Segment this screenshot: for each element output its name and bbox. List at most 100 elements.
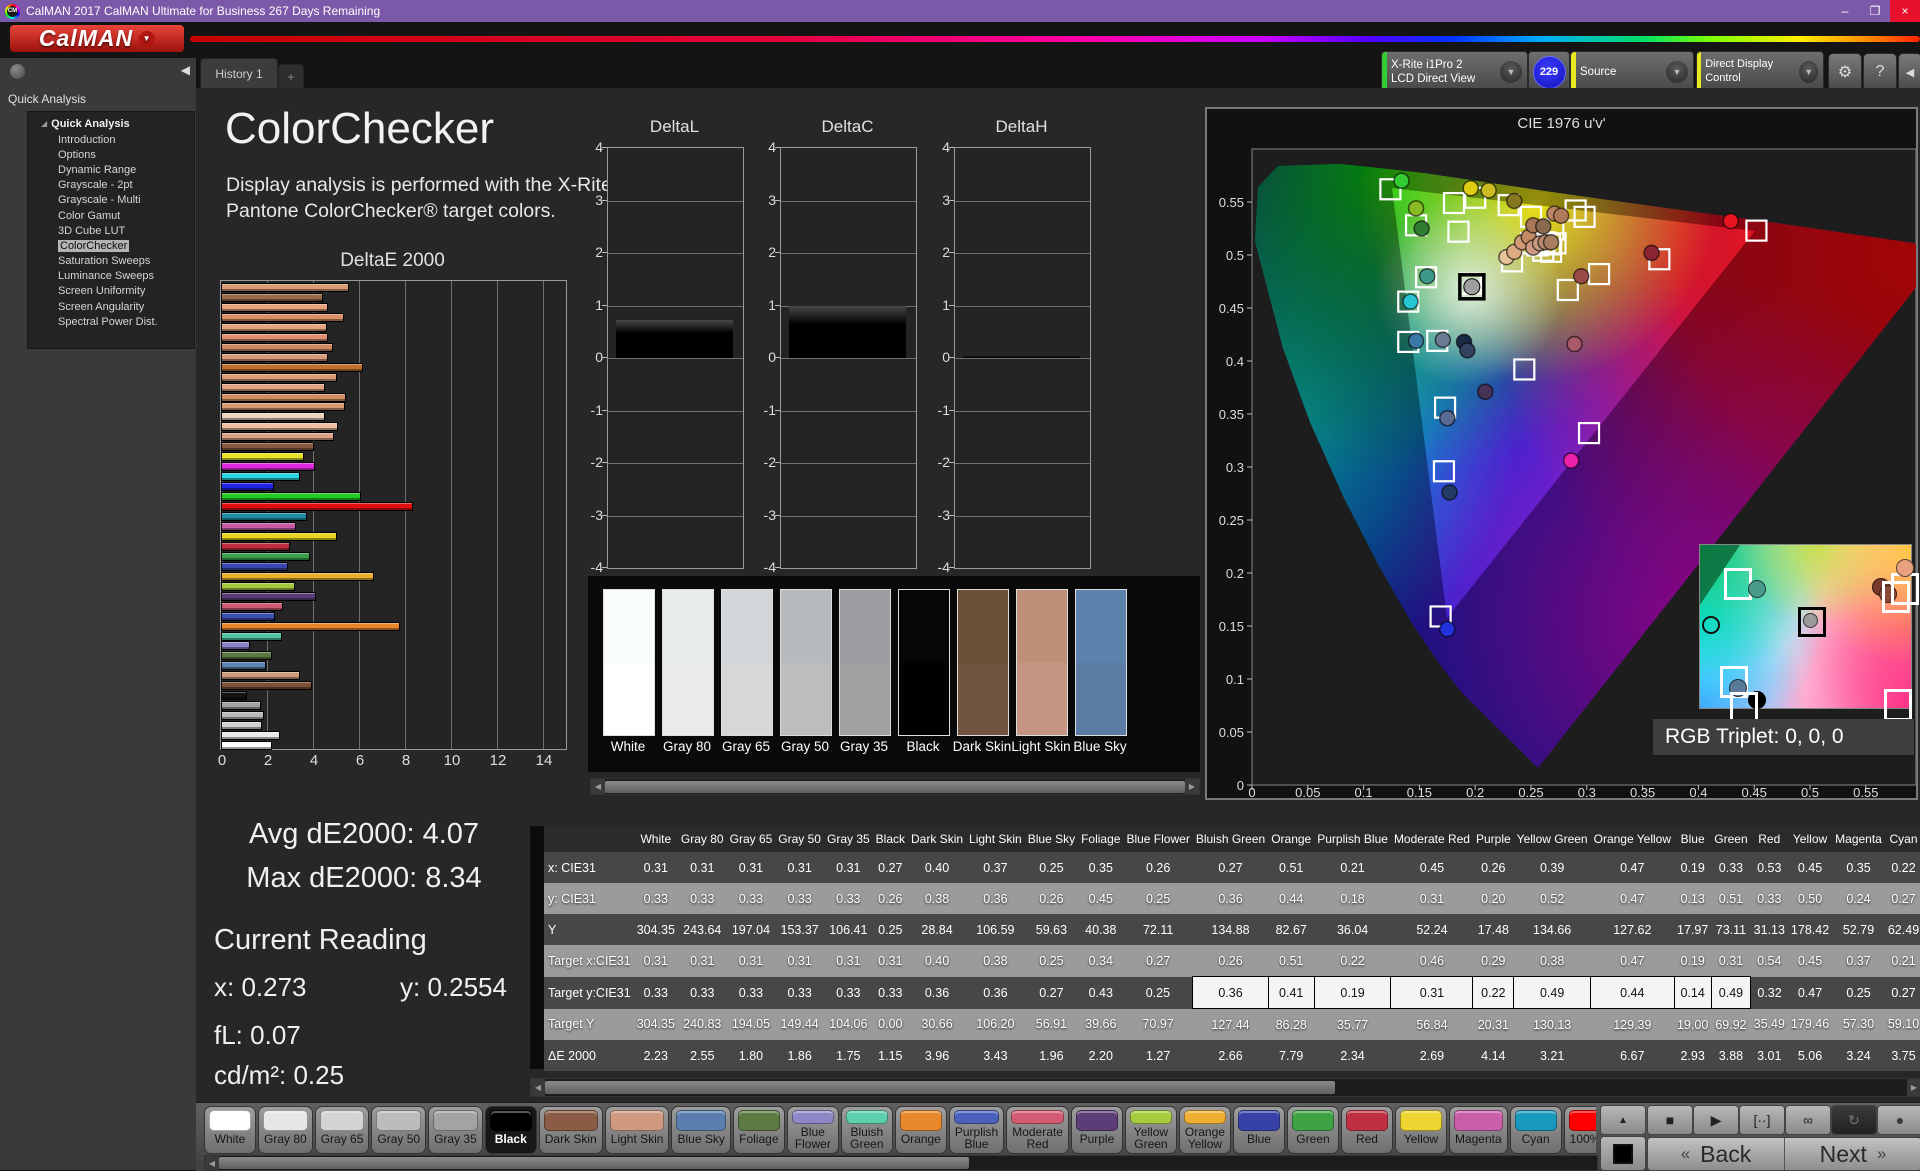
inset-marker	[1747, 580, 1766, 598]
patch-button-light-skin[interactable]: Light Skin	[604, 1106, 670, 1154]
tree-expand-icon[interactable]: ◢	[41, 119, 47, 128]
range-button[interactable]: [··]	[1739, 1105, 1785, 1135]
help-button[interactable]: ?	[1863, 53, 1897, 91]
patch-button-yellow-green[interactable]: Yellow Green	[1124, 1106, 1177, 1154]
table-scrollbar-thumb[interactable]	[545, 1080, 1335, 1095]
table-cell: 0.54	[1750, 945, 1788, 977]
scroll-right-icon[interactable]: ▶	[1185, 779, 1199, 794]
patch-button-gray-65[interactable]: Gray 65	[314, 1106, 370, 1154]
workflow-button[interactable]	[10, 64, 25, 79]
tab-add-button[interactable]: +	[278, 64, 304, 89]
patch-button-bluish-green[interactable]: Bluish Green	[840, 1106, 893, 1154]
table-col-header: Dark Skin	[908, 826, 967, 852]
table-cell: 31.13	[1750, 914, 1788, 945]
patch-button-gray-80[interactable]: Gray 80	[258, 1106, 313, 1154]
deltae2000-plot	[220, 280, 567, 751]
source-dropdown[interactable]: Source ▼	[1570, 51, 1694, 93]
deltae-bar	[221, 531, 338, 541]
patch-scrollbar-thumb[interactable]	[219, 1157, 969, 1169]
record-button[interactable]: ●	[1877, 1105, 1920, 1135]
sidebar-item-saturation-sweeps[interactable]: Saturation Sweeps	[28, 254, 194, 269]
chevron-down-icon[interactable]: ▼	[1799, 61, 1818, 83]
patch-button-gray-50[interactable]: Gray 50	[371, 1106, 427, 1154]
sidebar-item-3d-cube-lut[interactable]: 3D Cube LUT	[28, 223, 194, 238]
patch-button-magenta[interactable]: Magenta	[1448, 1106, 1508, 1154]
sidebar-item-options[interactable]: Options	[28, 147, 194, 162]
table-col-header: White	[633, 826, 678, 852]
pattern-window-button[interactable]	[1600, 1136, 1646, 1171]
chevron-down-icon[interactable]: ▼	[1500, 61, 1522, 83]
meter-dropdown[interactable]: X-Rite i1Pro 2 LCD Direct View ▼	[1381, 51, 1528, 93]
scroll-left-icon[interactable]: ◀	[205, 1156, 219, 1170]
patch-button-white[interactable]: White	[204, 1106, 256, 1154]
stop-button[interactable]: ■	[1647, 1105, 1693, 1135]
sidebar-item-introduction[interactable]: Introduction	[28, 132, 194, 147]
table-cell: 0.47	[1590, 883, 1674, 914]
patch-button-100-red[interactable]: 100% Red	[1563, 1106, 1596, 1154]
tree-root[interactable]: ◢ Quick Analysis	[28, 116, 194, 132]
deltae-bar	[221, 541, 291, 551]
panel-up-button[interactable]: ▲	[1600, 1105, 1646, 1135]
sidebar-item-grayscale-multi[interactable]: Grayscale - Multi	[28, 193, 194, 208]
loop-button[interactable]: ∞	[1785, 1105, 1831, 1135]
patch-button-dark-skin[interactable]: Dark Skin	[538, 1106, 603, 1154]
cie-y-tick: 0.2	[1226, 566, 1244, 581]
patch-button-purplish-blue[interactable]: Purplish Blue	[948, 1106, 1005, 1154]
patch-button-black[interactable]: Black	[484, 1106, 537, 1154]
scroll-left-icon[interactable]: ◀	[591, 779, 605, 794]
sidebar-collapse-icon[interactable]: ◀	[181, 63, 190, 77]
close-button[interactable]: ×	[1890, 0, 1920, 22]
chevron-down-icon[interactable]: ▼	[1666, 61, 1688, 83]
swatch-gray-80	[662, 589, 714, 736]
maximize-button[interactable]: ❐	[1860, 0, 1890, 22]
patch-button-red[interactable]: Red	[1340, 1106, 1393, 1154]
patch-button-yellow[interactable]: Yellow	[1394, 1106, 1447, 1154]
table-row-label: Y	[544, 914, 634, 945]
refresh-button[interactable]: ↻	[1831, 1105, 1877, 1135]
sidebar-item-screen-angularity[interactable]: Screen Angularity	[28, 299, 194, 314]
patch-button-blue[interactable]: Blue	[1232, 1106, 1285, 1154]
sidebar-item-spectral-power-dist-[interactable]: Spectral Power Dist.	[28, 314, 194, 329]
swatch-scrollbar[interactable]: ◀ ▶	[590, 778, 1200, 795]
patch-button-blue-sky[interactable]: Blue Sky	[671, 1106, 731, 1154]
patch-scrollbar[interactable]: ◀	[204, 1155, 1598, 1171]
display-control-dropdown[interactable]: Direct Display Control ▼	[1696, 51, 1824, 93]
sidebar-item-screen-uniformity[interactable]: Screen Uniformity	[28, 284, 194, 299]
logo-dropdown-icon[interactable]: ▼	[139, 30, 156, 47]
next-button[interactable]: Next »	[1785, 1138, 1920, 1170]
patch-button-moderate-red[interactable]: Moderate Red	[1006, 1106, 1069, 1154]
sidebar-item-colorchecker[interactable]: ColorChecker	[28, 238, 194, 253]
sidebar-item-luminance-sweeps[interactable]: Luminance Sweeps	[28, 269, 194, 284]
table-cell: 0.31	[775, 945, 824, 977]
sidebar-item-color-gamut[interactable]: Color Gamut	[28, 208, 194, 223]
sidebar-item-grayscale-2pt[interactable]: Grayscale - 2pt	[28, 178, 194, 193]
back-button[interactable]: « Back	[1648, 1138, 1784, 1170]
cie-zoom-inset	[1699, 544, 1919, 724]
swatch-scrollbar-thumb[interactable]	[605, 780, 1185, 793]
patch-button-cyan[interactable]: Cyan	[1509, 1106, 1562, 1154]
table-col-header: Cyan	[1884, 826, 1920, 852]
table-scrollbar[interactable]: ◀ ▶	[530, 1078, 1920, 1097]
scroll-left-icon[interactable]: ◀	[531, 1079, 545, 1096]
table-cell: 0.22	[1884, 852, 1920, 883]
patch-button-orange-yellow[interactable]: Orange Yellow	[1178, 1106, 1231, 1154]
swatch-white	[603, 589, 655, 736]
sidebar-item-dynamic-range[interactable]: Dynamic Range	[28, 162, 194, 177]
patch-button-green[interactable]: Green	[1286, 1106, 1339, 1154]
cie-measured-point	[1407, 200, 1425, 217]
patch-button-foliage[interactable]: Foliage	[732, 1106, 785, 1154]
calman-logo[interactable]: CalMAN ▼	[10, 25, 184, 52]
play-button[interactable]: ▶	[1693, 1105, 1739, 1135]
panel-collapse-button[interactable]: ◀	[1898, 53, 1920, 91]
tab-history-1[interactable]: History 1	[200, 58, 278, 89]
settings-button[interactable]: ⚙	[1828, 53, 1862, 91]
cie-x-tick: 0.15	[1407, 785, 1432, 798]
patch-button-purple[interactable]: Purple	[1070, 1106, 1123, 1154]
patch-button-gray-35[interactable]: Gray 35	[428, 1106, 483, 1154]
patch-button-blue-flower[interactable]: Blue Flower	[786, 1106, 839, 1154]
minimize-button[interactable]: –	[1830, 0, 1860, 22]
deltac-bar	[789, 305, 906, 358]
table-cell: 0.36	[908, 976, 967, 1009]
scroll-right-icon[interactable]: ▶	[1907, 1079, 1920, 1096]
patch-button-orange[interactable]: Orange	[894, 1106, 947, 1154]
